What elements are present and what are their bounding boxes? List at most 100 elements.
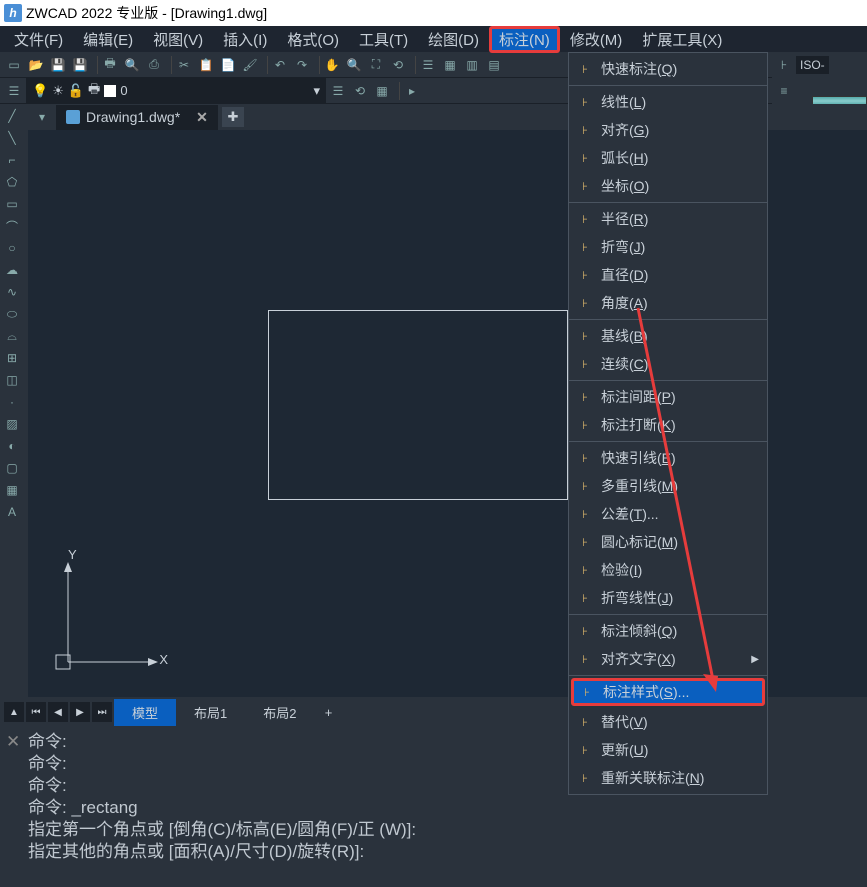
block-icon[interactable]: ◫ <box>2 370 22 390</box>
insert-icon[interactable]: ⊞ <box>2 348 22 368</box>
new-icon[interactable]: ▭ <box>4 55 24 75</box>
arc-icon[interactable]: ⌒ <box>2 216 22 236</box>
revcloud-icon[interactable]: ☁ <box>2 260 22 280</box>
cut-icon[interactable]: ✂ <box>174 55 194 75</box>
layer-dropdown[interactable]: 💡 ☀ 🔓 🖶 0 ▾ <box>26 78 326 104</box>
zoom-rt-icon[interactable]: 🔍 <box>344 55 364 75</box>
table-icon[interactable]: ▦ <box>2 480 22 500</box>
menu-dropdown-item[interactable]: ⊦快速标注(Q) <box>569 55 767 86</box>
close-command-icon[interactable]: ✕ <box>6 731 20 753</box>
copy-icon[interactable]: 📋 <box>196 55 216 75</box>
props-icon[interactable]: ☰ <box>418 55 438 75</box>
spline-icon[interactable]: ∿ <box>2 282 22 302</box>
menu-dropdown-item[interactable]: ⊦连续(C) <box>569 350 767 381</box>
menu-item[interactable]: 插入(I) <box>213 27 277 52</box>
layout-tab[interactable]: 布局2 <box>245 699 314 726</box>
layout-tab[interactable]: 布局1 <box>176 699 245 726</box>
first-tab-button[interactable]: ⏮ <box>26 702 46 722</box>
designcenter-icon[interactable]: ▦ <box>440 55 460 75</box>
menu-dropdown-item[interactable]: ⊦标注打断(K) <box>569 411 767 442</box>
dim-tool-icon[interactable]: ⊦ <box>774 55 794 75</box>
menu-dropdown-item[interactable]: ⊦检验(I) <box>569 556 767 584</box>
document-tab[interactable]: Drawing1.dwg* ✕ <box>56 105 218 130</box>
menu-dropdown-item[interactable]: ⊦重新关联标注(N) <box>569 764 767 792</box>
hatch-icon[interactable]: ▨ <box>2 414 22 434</box>
tab-dropdown-icon[interactable]: ▾ <box>32 107 52 127</box>
region-icon[interactable]: ▢ <box>2 458 22 478</box>
menu-dropdown-item[interactable]: ⊦更新(U) <box>569 736 767 764</box>
menu-dropdown-item[interactable]: ⊦折弯线性(J) <box>569 584 767 615</box>
menu-item[interactable]: 标注(N) <box>489 26 560 53</box>
more-icon[interactable]: ▸ <box>402 81 422 101</box>
open-icon[interactable]: 📂 <box>26 55 46 75</box>
menu-dropdown-item[interactable]: ⊦基线(B) <box>569 322 767 350</box>
menu-dropdown-item[interactable]: ⊦半径(R) <box>569 205 767 233</box>
menu-dropdown-item[interactable]: ⊦直径(D) <box>569 261 767 289</box>
publish-icon[interactable]: ⎙ <box>144 55 164 75</box>
ellipse-icon[interactable]: ⬭ <box>2 304 22 324</box>
circle-icon[interactable]: ○ <box>2 238 22 258</box>
line-icon[interactable]: ╱ <box>2 106 22 126</box>
line-tool-icon[interactable]: ≡ <box>774 81 794 101</box>
xline-icon[interactable]: ╲ <box>2 128 22 148</box>
last-tab-button[interactable]: ⏭ <box>92 702 112 722</box>
menu-dropdown-item[interactable]: ⊦公差(T)... <box>569 500 767 528</box>
next-tab-button[interactable]: ▶ <box>70 702 90 722</box>
menu-dropdown-item[interactable]: ⊦对齐文字(X)▶ <box>569 645 767 676</box>
layer-props-icon[interactable]: ☰ <box>4 81 24 101</box>
menu-item[interactable]: 文件(F) <box>4 27 73 52</box>
menu-dropdown-item[interactable]: ⊦对齐(G) <box>569 116 767 144</box>
save-icon[interactable]: 💾 <box>48 55 68 75</box>
paste-icon[interactable]: 📄 <box>218 55 238 75</box>
menu-item[interactable]: 绘图(D) <box>418 27 489 52</box>
saveas-icon[interactable]: 💾 <box>70 55 90 75</box>
pan-icon[interactable]: ✋ <box>322 55 342 75</box>
zoom-win-icon[interactable]: ⛶ <box>366 55 386 75</box>
mtext-icon[interactable]: A <box>2 502 22 522</box>
menu-item[interactable]: 工具(T) <box>349 27 418 52</box>
add-layout-button[interactable]: + <box>316 705 340 720</box>
print-icon[interactable]: 🖶 <box>100 55 120 75</box>
point-icon[interactable]: · <box>2 392 22 412</box>
rect-icon[interactable]: ▭ <box>2 194 22 214</box>
menu-dropdown-item[interactable]: ⊦多重引线(M) <box>569 472 767 500</box>
redo-icon[interactable]: ↷ <box>292 55 312 75</box>
match-icon[interactable]: 🖌 <box>240 55 260 75</box>
menu-dropdown-item[interactable]: ⊦圆心标记(M) <box>569 528 767 556</box>
polygon-icon[interactable]: ⬠ <box>2 172 22 192</box>
layer-state-icon[interactable]: ☰ <box>328 81 348 101</box>
preview-icon[interactable]: 🔍 <box>122 55 142 75</box>
undo-icon[interactable]: ↶ <box>270 55 290 75</box>
menu-dropdown-item[interactable]: ⊦线性(L) <box>569 88 767 116</box>
menu-item[interactable]: 格式(O) <box>277 27 349 52</box>
menu-item[interactable]: 修改(M) <box>560 27 633 52</box>
pline-icon[interactable]: ⌐ <box>2 150 22 170</box>
menu-item[interactable]: 编辑(E) <box>73 27 143 52</box>
menu-dropdown-item[interactable]: ⊦替代(V) <box>569 708 767 736</box>
layout-tab[interactable]: 模型 <box>114 699 176 726</box>
new-tab-button[interactable]: ✚ <box>222 107 244 127</box>
dimstyle-dropdown[interactable]: ISO- <box>796 56 829 74</box>
ellipse-arc-icon[interactable]: ⌓ <box>2 326 22 346</box>
menu-dropdown-item[interactable]: ⊦标注间距(P) <box>569 383 767 411</box>
close-tab-icon[interactable]: ✕ <box>196 109 208 126</box>
prev-tab-button[interactable]: ◀ <box>48 702 68 722</box>
layer-prev-icon[interactable]: ⟲ <box>350 81 370 101</box>
rectangle-entity[interactable] <box>268 310 568 500</box>
gradient-icon[interactable]: ◐ <box>2 436 22 456</box>
layer-iso-icon[interactable]: ▦ <box>372 81 392 101</box>
zoom-prev-icon[interactable]: ⟲ <box>388 55 408 75</box>
menu-dropdown-item[interactable]: ⊦弧长(H) <box>569 144 767 172</box>
toolpalette-icon[interactable]: ▥ <box>462 55 482 75</box>
menu-dropdown-item[interactable]: ⊦折弯(J) <box>569 233 767 261</box>
menu-item[interactable]: 视图(V) <box>143 27 213 52</box>
menu-dropdown-item[interactable]: ⊦标注倾斜(Q) <box>569 617 767 645</box>
menu-dropdown-item[interactable]: ⊦标注样式(S)... <box>571 678 765 706</box>
menu-item[interactable]: 扩展工具(X) <box>632 27 732 52</box>
menu-dropdown-item[interactable]: ⊦坐标(O) <box>569 172 767 203</box>
collapse-button[interactable]: ▲ <box>4 702 24 722</box>
menu-dropdown-item[interactable]: ⊦角度(A) <box>569 289 767 320</box>
menu-dropdown-item[interactable]: ⊦快速引线(E) <box>569 444 767 472</box>
chevron-down-icon[interactable]: ▾ <box>313 83 320 99</box>
calc-icon[interactable]: ▤ <box>484 55 504 75</box>
